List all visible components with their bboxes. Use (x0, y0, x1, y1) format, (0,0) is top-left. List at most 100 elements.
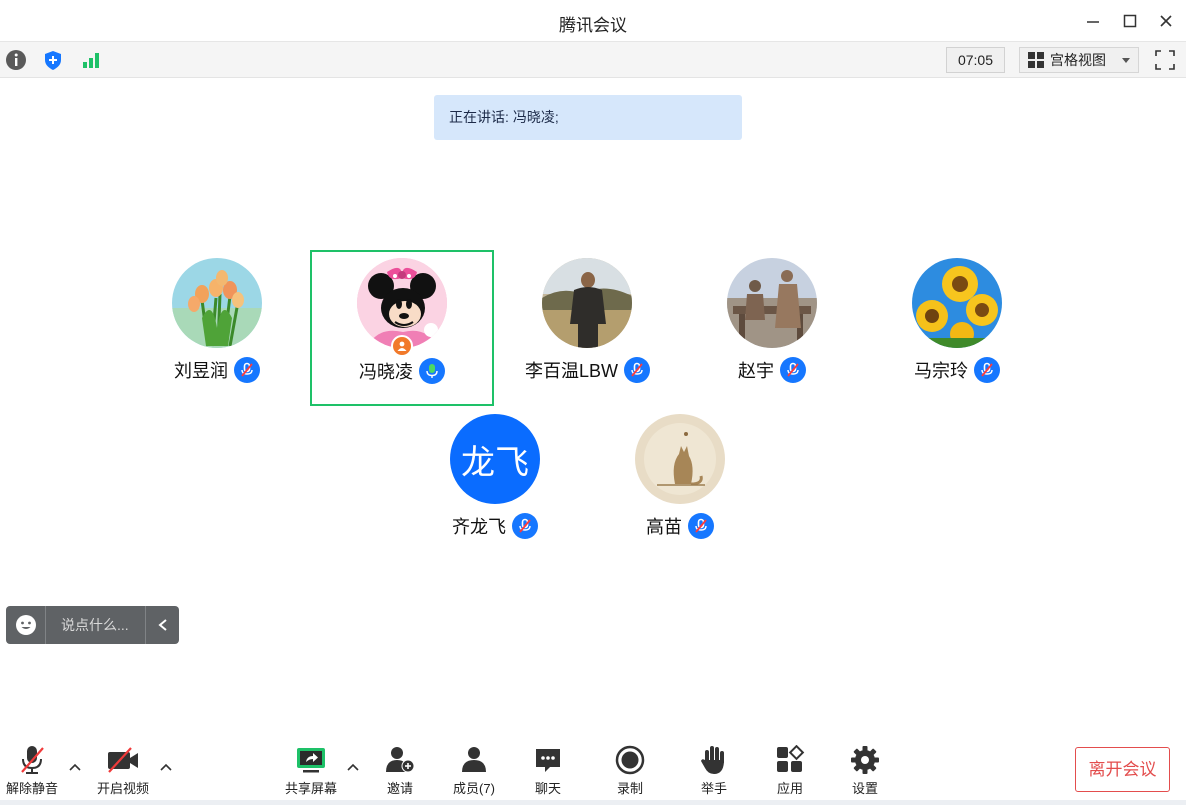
bottom-control-bar: 解除静音 开启视频 共享屏幕 邀请 成员(7) 聊天 录制 举手 应用 设置 离… (0, 738, 1186, 805)
unmute-button[interactable]: 解除静音 (2, 738, 62, 800)
participant-name-row: 赵宇 (738, 357, 806, 383)
close-icon (1160, 15, 1172, 27)
apps-button[interactable]: 应用 (762, 738, 818, 800)
fullscreen-icon (1155, 50, 1175, 70)
participant-avatar[interactable]: 龙飞 (450, 414, 540, 504)
members-label: 成员(7) (453, 781, 495, 796)
meeting-timer: 07:05 (946, 47, 1005, 73)
bottom-edge (0, 800, 1186, 805)
settings-button[interactable]: 设置 (837, 738, 893, 800)
chevron-left-icon (157, 619, 167, 631)
minimize-icon (1087, 21, 1099, 23)
camera-off-icon (106, 742, 140, 778)
add-person-icon (384, 742, 416, 778)
meeting-toolbar: 07:05 宫格视图 (0, 42, 1186, 78)
video-options-button[interactable] (159, 760, 173, 774)
chevron-up-icon (160, 763, 172, 771)
emoji-button[interactable] (6, 606, 46, 644)
record-icon (615, 742, 645, 778)
speaking-name: 冯晓凌; (512, 109, 559, 125)
participant-avatar[interactable] (912, 258, 1002, 348)
participant-name: 马宗玲 (914, 361, 968, 381)
start-video-button[interactable]: 开启视频 (93, 738, 153, 800)
share-options-button[interactable] (346, 760, 360, 774)
gear-icon (850, 742, 880, 778)
smiley-icon (15, 615, 36, 635)
unmute-label: 解除静音 (5, 781, 58, 796)
start-video-label: 开启视频 (96, 781, 149, 796)
record-button[interactable]: 录制 (602, 738, 658, 800)
person-icon (397, 341, 407, 351)
apps-label: 应用 (776, 781, 803, 796)
info-button[interactable] (3, 47, 29, 73)
tulips-photo (172, 258, 262, 348)
chat-label: 聊天 (534, 781, 561, 796)
leave-meeting-button[interactable]: 离开会议 (1075, 747, 1170, 792)
close-button[interactable] (1153, 8, 1179, 34)
speaking-banner: 正在讲话: 冯晓凌; (434, 95, 742, 140)
man-standing-photo (542, 258, 632, 348)
mic-muted-icon (234, 357, 260, 383)
grid-view-icon (1028, 52, 1044, 68)
mic-muted-icon (780, 357, 806, 383)
participant-name: 高苗 (646, 517, 682, 537)
members-button[interactable]: 成员(7) (446, 738, 502, 800)
participant-name-row: 冯晓凌 (359, 358, 445, 384)
participant-name-row: 马宗玲 (914, 357, 1000, 383)
chevron-down-icon (1122, 58, 1130, 63)
audio-options-button[interactable] (68, 760, 82, 774)
raise-hand-label: 举手 (700, 781, 727, 796)
avatar-initials: 龙飞 (461, 442, 529, 483)
mic-muted-icon (688, 513, 714, 539)
share-screen-icon (295, 742, 327, 778)
chat-input[interactable]: 说点什么... (46, 615, 145, 635)
apps-grid-icon (775, 742, 805, 778)
mic-muted-icon (974, 357, 1000, 383)
quick-chat-bar: 说点什么... (6, 606, 179, 644)
invite-button[interactable]: 邀请 (372, 738, 428, 800)
minimize-button[interactable] (1080, 8, 1106, 34)
participant-avatar[interactable] (635, 414, 725, 504)
share-screen-label: 共享屏幕 (284, 781, 337, 796)
participant-avatar[interactable] (727, 258, 817, 348)
shield-icon (45, 51, 61, 70)
share-screen-button[interactable]: 共享屏幕 (281, 738, 341, 800)
info-icon (6, 50, 26, 70)
participant-name-row: 高苗 (646, 513, 714, 539)
sunflowers-photo (912, 258, 1002, 348)
settings-label: 设置 (851, 781, 878, 796)
participant-name: 齐龙飞 (452, 517, 506, 537)
maximize-button[interactable] (1117, 8, 1143, 34)
speaking-prefix: 正在讲话: (449, 109, 509, 125)
cat-sketch-picture (635, 414, 725, 504)
participant-avatar[interactable] (542, 258, 632, 348)
participant-name: 冯晓凌 (359, 362, 413, 382)
maximize-icon (1123, 14, 1137, 28)
participant-name: 李百温LBW (525, 361, 619, 381)
collapse-chat-button[interactable] (145, 606, 179, 644)
participant-avatar[interactable] (172, 258, 262, 348)
chat-button[interactable]: 聊天 (520, 738, 576, 800)
members-icon (459, 742, 489, 778)
participant-name-row: 齐龙飞 (452, 513, 538, 539)
participant-name: 赵宇 (738, 361, 774, 381)
statues-photo (727, 258, 817, 348)
chevron-up-icon (69, 763, 81, 771)
view-mode-dropdown[interactable]: 宫格视图 (1019, 47, 1139, 73)
mic-muted-icon (624, 357, 651, 383)
fullscreen-button[interactable] (1152, 47, 1178, 73)
chevron-up-icon (347, 763, 359, 771)
raise-hand-button[interactable]: 举手 (686, 738, 742, 800)
security-button[interactable] (40, 47, 66, 73)
mic-muted-icon (512, 513, 538, 539)
record-label: 录制 (616, 781, 643, 796)
chat-bubble-icon (533, 742, 563, 778)
title-bar: 腾讯会议 (0, 0, 1186, 42)
mic-off-icon (17, 742, 47, 778)
window-title: 腾讯会议 (559, 16, 627, 35)
host-badge (391, 335, 413, 357)
mic-speaking-icon (419, 358, 445, 384)
signal-bars-icon (83, 53, 99, 68)
invite-label: 邀请 (386, 781, 413, 796)
network-status-button[interactable] (78, 47, 104, 73)
